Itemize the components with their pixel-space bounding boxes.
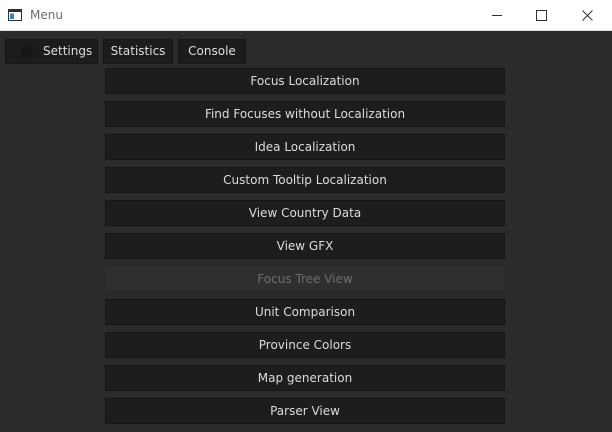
focus-tree-view-button[interactable]: Focus Tree View	[105, 266, 505, 292]
console-button[interactable]: Console	[178, 39, 246, 64]
minimize-button[interactable]	[474, 0, 520, 30]
settings-button[interactable]: Settings	[5, 39, 98, 64]
statistics-label: Statistics	[110, 44, 166, 58]
idea-localization-button[interactable]: Idea Localization	[105, 134, 505, 160]
settings-label: Settings	[43, 44, 93, 58]
maximize-icon	[535, 9, 547, 21]
view-country-data-button[interactable]: View Country Data	[105, 200, 505, 226]
map-generation-button[interactable]: Map generation	[105, 365, 505, 391]
focus-localization-button[interactable]: Focus Localization	[105, 68, 505, 94]
minimize-icon	[491, 14, 502, 16]
close-button[interactable]	[564, 0, 610, 30]
app-window-icon	[8, 9, 22, 21]
statistics-button[interactable]: Statistics	[103, 39, 173, 64]
parser-view-button[interactable]: Parser View	[105, 398, 505, 424]
custom-tooltip-localization-button[interactable]: Custom Tooltip Localization	[105, 167, 505, 193]
window-title: Menu	[30, 8, 63, 22]
top-toolbar: Settings Statistics Console	[0, 31, 612, 65]
view-gfx-button[interactable]: View GFX	[105, 233, 505, 259]
unit-comparison-button[interactable]: Unit Comparison	[105, 299, 505, 325]
close-icon	[581, 9, 593, 21]
find-focuses-without-localization-button[interactable]: Find Focuses without Localization	[105, 101, 505, 127]
console-label: Console	[188, 44, 236, 58]
title-bar[interactable]: Menu	[0, 0, 612, 31]
gear-icon	[19, 44, 35, 60]
province-colors-button[interactable]: Province Colors	[105, 332, 505, 358]
maximize-button[interactable]	[518, 0, 564, 30]
